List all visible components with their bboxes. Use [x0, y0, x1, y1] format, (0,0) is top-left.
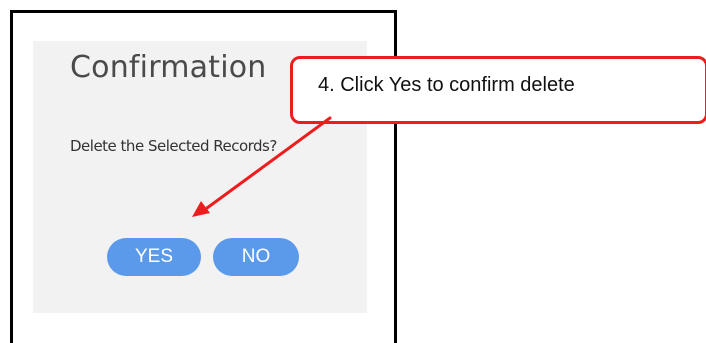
screenshot-stage: Confirmation Delete the Selected Records… [0, 0, 706, 343]
callout-text: 4. Click Yes to confirm delete [318, 74, 575, 96]
no-button[interactable]: NO [213, 238, 299, 276]
dialog-title: Confirmation [70, 50, 267, 85]
dialog-message: Delete the Selected Records? [70, 137, 277, 155]
yes-button[interactable]: YES [107, 238, 201, 276]
